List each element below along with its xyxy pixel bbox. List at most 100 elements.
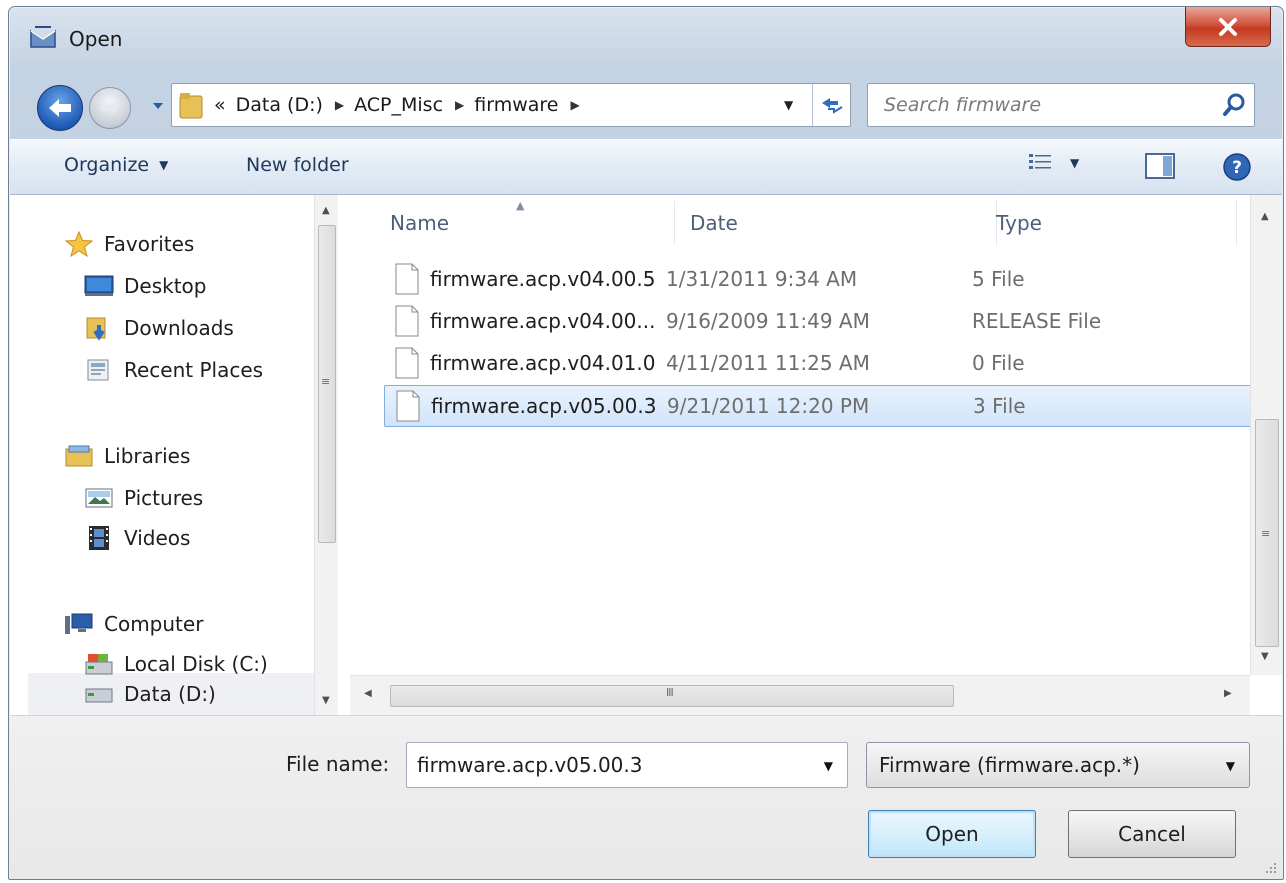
sidebar-item-desktop[interactable]: Desktop bbox=[84, 273, 206, 299]
file-date: 4/11/2011 11:25 AM bbox=[666, 351, 870, 375]
organize-button[interactable]: Organize ▼ bbox=[64, 154, 168, 176]
refresh-button[interactable] bbox=[812, 84, 850, 126]
scroll-down-arrow-icon[interactable]: ▼ bbox=[1261, 651, 1269, 662]
arrow-left-icon bbox=[49, 99, 71, 117]
sidebar-item-videos[interactable]: Videos bbox=[84, 525, 190, 551]
file-name-input[interactable] bbox=[417, 753, 797, 777]
column-separator[interactable] bbox=[1236, 201, 1237, 245]
open-dialog: Open « Data (D:) ▶ ACP_Misc ▶ firmware ▶… bbox=[8, 6, 1284, 880]
sidebar-item-downloads[interactable]: Downloads bbox=[84, 315, 234, 341]
breadcrumb-overflow[interactable]: « bbox=[214, 94, 226, 116]
sidebar-item-pictures[interactable]: Pictures bbox=[84, 485, 203, 511]
file-type: RELEASE File bbox=[972, 309, 1102, 333]
chevron-down-icon: ▼ bbox=[159, 158, 169, 172]
scroll-right-arrow-icon[interactable]: ▶ bbox=[1224, 688, 1232, 699]
file-name: firmware.acp.v04.01.0 bbox=[430, 351, 656, 375]
new-folder-button[interactable]: New folder bbox=[246, 154, 349, 176]
computer-icon bbox=[64, 611, 94, 637]
forward-button[interactable] bbox=[89, 87, 131, 129]
folder-icon bbox=[179, 93, 203, 119]
change-view-button[interactable]: ▼ bbox=[1028, 152, 1079, 174]
scroll-up-arrow-icon[interactable]: ▲ bbox=[1261, 211, 1269, 222]
help-icon[interactable]: ? bbox=[1222, 152, 1252, 182]
search-icon[interactable] bbox=[1222, 92, 1248, 118]
breadcrumb-item[interactable]: firmware ▶ bbox=[474, 94, 579, 116]
navigation-bar: « Data (D:) ▶ ACP_Misc ▶ firmware ▶ ▼ bbox=[9, 73, 1283, 135]
scroll-down-arrow-icon[interactable]: ▼ bbox=[322, 695, 330, 706]
pane-splitter[interactable] bbox=[338, 195, 350, 715]
libraries-icon bbox=[64, 443, 94, 469]
sidebar-item-recent-places[interactable]: Recent Places bbox=[84, 357, 263, 383]
sidebar-item-data-drive[interactable]: Data (D:) bbox=[84, 681, 216, 707]
sidebar-item-label: Data (D:) bbox=[124, 682, 216, 706]
breadcrumb-arrow-icon[interactable]: ▶ bbox=[571, 98, 580, 112]
file-list[interactable]: ▲ Name Date Type firmware.acp.v04.00.5 1… bbox=[350, 195, 1252, 675]
preview-pane-icon[interactable] bbox=[1144, 152, 1176, 180]
content-area: Favorites Desktop Downloads Recent Place… bbox=[10, 195, 1282, 715]
file-row-selected[interactable]: firmware.acp.v05.00.3 9/21/2011 12:20 PM… bbox=[384, 385, 1252, 427]
open-button[interactable]: Open bbox=[868, 810, 1036, 858]
navigation-pane-scrollbar[interactable]: ▲ ≡ ▼ bbox=[314, 195, 338, 715]
chevron-down-icon[interactable]: ▼ bbox=[824, 759, 833, 773]
scroll-left-arrow-icon[interactable]: ◀ bbox=[364, 688, 372, 699]
breadcrumb-item[interactable]: Data (D:) ▶ bbox=[236, 94, 345, 116]
chevron-down-icon: ▼ bbox=[1070, 156, 1080, 170]
sidebar-item-label: Pictures bbox=[124, 486, 204, 510]
downloads-icon bbox=[84, 315, 114, 341]
desktop-icon bbox=[84, 273, 114, 299]
breadcrumb-item[interactable]: ACP_Misc ▶ bbox=[354, 94, 464, 116]
file-type: 0 File bbox=[972, 351, 1025, 375]
file-icon bbox=[395, 263, 419, 295]
file-name: firmware.acp.v05.00.3 bbox=[431, 394, 657, 418]
file-row[interactable]: firmware.acp.v04.00... 9/16/2009 11:49 A… bbox=[384, 301, 1252, 343]
sidebar-item-label: Videos bbox=[124, 526, 191, 550]
file-type-filter-select[interactable]: Firmware (firmware.acp.*) ▼ bbox=[866, 742, 1250, 788]
cancel-button[interactable]: Cancel bbox=[1068, 810, 1236, 858]
file-name: firmware.acp.v04.00.5 bbox=[430, 267, 656, 291]
file-date: 9/21/2011 12:20 PM bbox=[667, 394, 870, 418]
search-box[interactable] bbox=[867, 83, 1255, 127]
scrollbar-grip-icon: III bbox=[666, 686, 674, 699]
sidebar-item-computer[interactable]: Computer bbox=[64, 611, 203, 637]
dialog-footer: File name: ▼ Firmware (firmware.acp.*) ▼… bbox=[10, 715, 1282, 879]
file-date: 9/16/2009 11:49 AM bbox=[666, 309, 870, 333]
file-name-combobox[interactable]: ▼ bbox=[406, 742, 848, 788]
column-header-type[interactable]: Type bbox=[996, 211, 1042, 235]
sidebar-item-label: Desktop bbox=[124, 274, 207, 298]
breadcrumb-arrow-icon[interactable]: ▶ bbox=[335, 98, 344, 112]
column-header-name[interactable]: Name bbox=[390, 211, 449, 235]
sidebar-item-label: Downloads bbox=[124, 316, 234, 340]
scroll-up-arrow-icon[interactable]: ▲ bbox=[322, 205, 330, 216]
file-type: 5 File bbox=[972, 267, 1025, 291]
file-name: firmware.acp.v04.00... bbox=[430, 309, 656, 333]
recent-locations-dropdown[interactable] bbox=[151, 99, 165, 113]
address-history-dropdown-icon[interactable]: ▼ bbox=[784, 98, 793, 112]
sidebar-item-favorites[interactable]: Favorites bbox=[64, 231, 194, 257]
organize-label: Organize bbox=[64, 154, 150, 176]
sidebar-item-libraries[interactable]: Libraries bbox=[64, 443, 190, 469]
file-icon bbox=[395, 347, 419, 379]
app-icon bbox=[30, 26, 56, 48]
breadcrumb-arrow-icon[interactable]: ▶ bbox=[455, 98, 464, 112]
navigation-pane[interactable]: Favorites Desktop Downloads Recent Place… bbox=[10, 195, 338, 715]
address-bar[interactable]: « Data (D:) ▶ ACP_Misc ▶ firmware ▶ ▼ bbox=[171, 83, 851, 127]
sidebar-item-label: Recent Places bbox=[124, 358, 264, 382]
title-bar[interactable]: Open bbox=[9, 7, 1283, 73]
back-button[interactable] bbox=[37, 85, 83, 131]
sort-ascending-icon: ▲ bbox=[516, 199, 525, 212]
search-input[interactable] bbox=[884, 94, 1194, 116]
file-row[interactable]: firmware.acp.v04.01.0 4/11/2011 11:25 AM… bbox=[384, 343, 1252, 385]
column-separator[interactable] bbox=[674, 201, 675, 245]
sidebar-item-label: Favorites bbox=[104, 232, 195, 256]
sidebar-item-local-disk[interactable]: Local Disk (C:) bbox=[84, 651, 268, 677]
resize-grip-icon[interactable] bbox=[1264, 861, 1278, 875]
close-button[interactable] bbox=[1185, 7, 1271, 47]
file-row[interactable]: firmware.acp.v04.00.5 1/31/2011 9:34 AM … bbox=[384, 259, 1252, 301]
file-list-horizontal-scrollbar[interactable]: ◀ III ▶ bbox=[350, 675, 1250, 715]
drive-icon bbox=[84, 681, 114, 707]
file-list-vertical-scrollbar[interactable]: ▲ ≡ ▼ bbox=[1250, 195, 1282, 675]
sidebar-item-label: Local Disk (C:) bbox=[124, 652, 268, 676]
pictures-icon bbox=[84, 485, 114, 511]
column-header-date[interactable]: Date bbox=[690, 211, 738, 235]
star-icon bbox=[64, 231, 94, 257]
